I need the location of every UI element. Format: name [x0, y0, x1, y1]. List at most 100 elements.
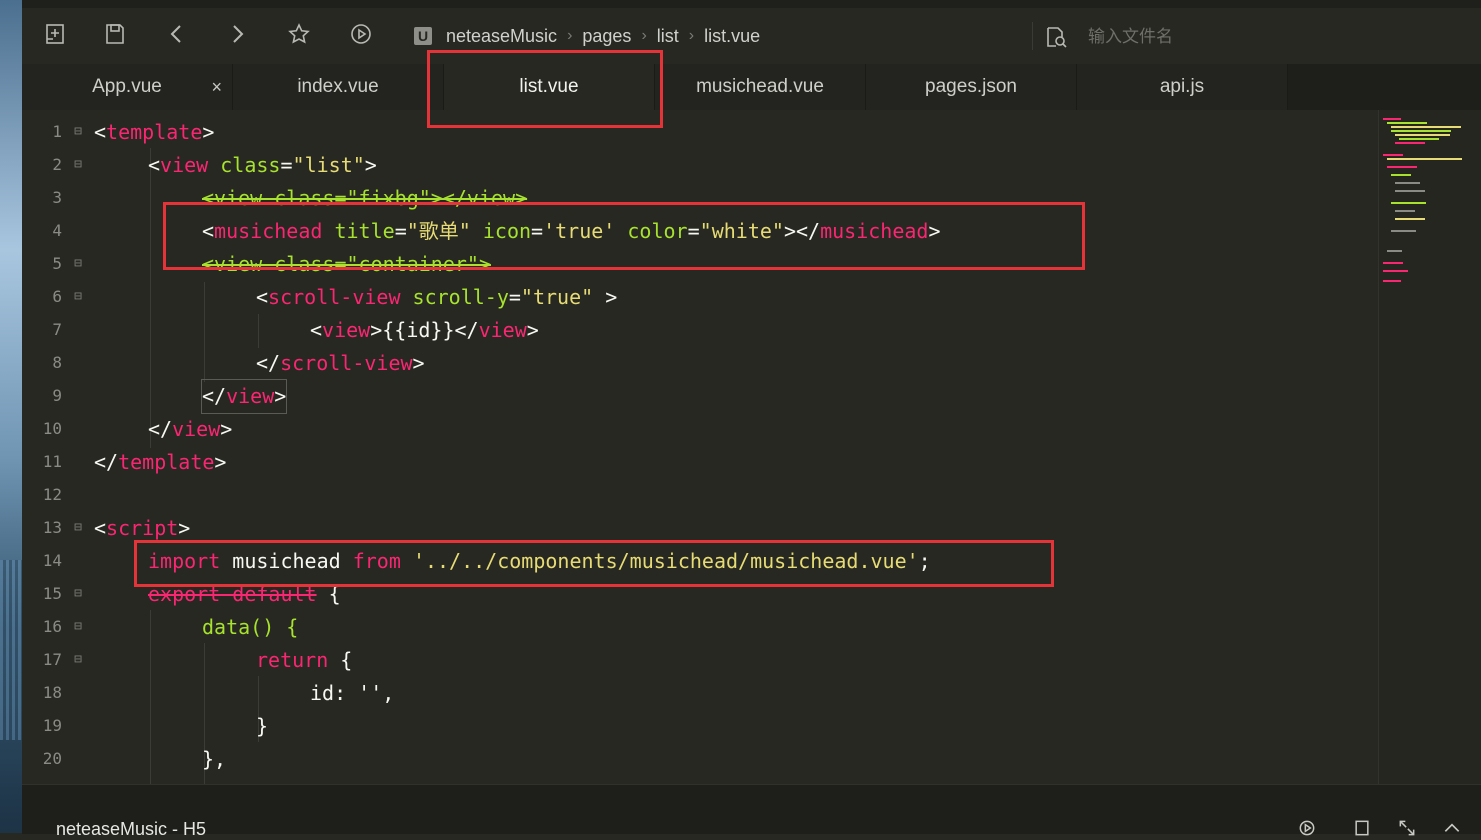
save-icon[interactable] [102, 22, 128, 48]
fold-icon[interactable]: ⊟ [72, 586, 84, 601]
fold-icon[interactable]: ⊟ [72, 652, 84, 667]
tab-list-vue[interactable]: list.vue [444, 64, 655, 110]
minimap-line [1383, 270, 1408, 272]
code-token: "true" [520, 285, 594, 309]
indent-guide [150, 610, 151, 784]
code-token: import [148, 549, 221, 573]
fold-icon[interactable]: ⊟ [72, 520, 84, 535]
line-number: 19 [42, 716, 62, 735]
code-token: = [280, 153, 293, 177]
code-token: </ [148, 417, 173, 441]
fold-icon[interactable]: ⊟ [72, 289, 84, 304]
code-line-5: <view class="container"> [202, 252, 491, 276]
breadcrumb-item[interactable]: pages [582, 26, 631, 47]
code-token: > [178, 516, 191, 540]
code-token: >{{id}}</ [370, 318, 479, 342]
tab-api-js[interactable]: api.js [1077, 64, 1288, 110]
new-file-icon[interactable] [42, 22, 68, 48]
code-line-13: <script> [94, 512, 190, 545]
code-token: view [160, 153, 209, 177]
code-line-14: import musichead from '../../components/… [148, 545, 931, 578]
fold-icon[interactable]: ⊟ [72, 157, 84, 172]
code-token: > [202, 120, 215, 144]
code-line-16: data() { [202, 615, 299, 639]
minimap-line [1395, 182, 1420, 184]
code-line-20: }, [202, 747, 227, 771]
line-number: 5 [52, 254, 62, 273]
close-icon[interactable]: × [211, 64, 222, 110]
minimap-line [1395, 134, 1450, 136]
code-token: "list" [292, 153, 365, 177]
code-line-1: <template> [94, 116, 214, 149]
minimap-line [1391, 130, 1451, 132]
breadcrumb-item[interactable]: list [657, 26, 679, 47]
fold-icon[interactable]: ⊟ [72, 619, 84, 634]
line-number: 4 [52, 221, 62, 240]
project-u-icon: U [414, 27, 432, 45]
minimap-line [1383, 118, 1401, 120]
line-number: 11 [42, 452, 62, 471]
chevron-up-icon[interactable] [1442, 818, 1462, 838]
code-token: < [310, 318, 323, 342]
code-line-19: } [256, 714, 269, 738]
tab-musichead-vue[interactable]: musichead.vue [655, 64, 866, 110]
toolbar: U neteaseMusic › pages › list › list.vue [22, 8, 1481, 64]
minimap-line [1387, 250, 1402, 252]
tab-label: App.vue [92, 76, 162, 97]
tab-index-vue[interactable]: index.vue [233, 64, 444, 110]
back-icon[interactable] [164, 22, 190, 48]
code-token: view [322, 318, 371, 342]
search-input[interactable] [1086, 26, 1450, 48]
code-token: < [148, 153, 161, 177]
minimap-line [1387, 166, 1417, 168]
minimap-line [1383, 154, 1403, 156]
line-number: 13 [42, 518, 62, 537]
code-token: scroll-y [412, 285, 509, 309]
preview-icon[interactable] [1297, 818, 1317, 838]
code-token: musichead [232, 549, 341, 573]
code-line-9: </view> [200, 379, 288, 414]
toolbar-divider [1032, 22, 1033, 50]
code-line-4: <musichead title="歌单" icon='true' color=… [202, 219, 941, 243]
expand-icon[interactable] [1397, 818, 1417, 838]
editor-window: U neteaseMusic › pages › list › list.vue… [22, 0, 1481, 839]
line-gutter: 1 2 3 4 5 6 7 8 9 10 11 12 13 14 15 16 1… [22, 110, 92, 784]
fold-icon[interactable]: ⊟ [72, 256, 84, 271]
line-number: 15 [42, 584, 62, 603]
tab-label: musichead.vue [696, 76, 824, 97]
panel-icon[interactable] [1352, 818, 1372, 838]
code-token: musichead [820, 219, 929, 243]
code-token: icon [482, 219, 532, 243]
code-token: view [226, 384, 275, 408]
minimap-line [1383, 262, 1403, 264]
code-token: script [106, 516, 179, 540]
code-line-2: <view class="list"> [148, 149, 377, 182]
code-token: </ [256, 351, 281, 375]
code-line-17: return { [256, 644, 352, 677]
indent-guide [150, 148, 151, 448]
fold-icon[interactable]: ⊟ [72, 124, 84, 139]
code-area[interactable]: <template> <view class="list"> <view cla… [94, 110, 1374, 784]
minimap-line [1399, 138, 1439, 140]
code-token: "歌单" [406, 219, 471, 243]
minimap-line [1395, 142, 1425, 144]
code-editor[interactable]: 1 2 3 4 5 6 7 8 9 10 11 12 13 14 15 16 1… [22, 110, 1481, 784]
run-icon[interactable] [348, 22, 374, 48]
minimap[interactable] [1378, 110, 1481, 784]
code-line-15: export default { [148, 578, 341, 611]
code-token: = [508, 285, 521, 309]
project-label[interactable]: neteaseMusic - H5 [56, 819, 206, 840]
code-token: from [352, 549, 401, 573]
breadcrumb-item[interactable]: neteaseMusic [446, 26, 557, 47]
code-token: </ [94, 450, 119, 474]
tab-app-vue[interactable]: App.vue × [22, 64, 233, 110]
code-line-10: </view> [148, 413, 232, 446]
status-bar: neteaseMusic - H5 [22, 784, 1481, 839]
code-token: class [220, 153, 281, 177]
forward-icon[interactable] [224, 22, 250, 48]
line-number: 17 [42, 650, 62, 669]
breadcrumb-item[interactable]: list.vue [704, 26, 760, 47]
line-number: 12 [42, 485, 62, 504]
tab-pages-json[interactable]: pages.json [866, 64, 1077, 110]
star-icon[interactable] [286, 22, 312, 48]
